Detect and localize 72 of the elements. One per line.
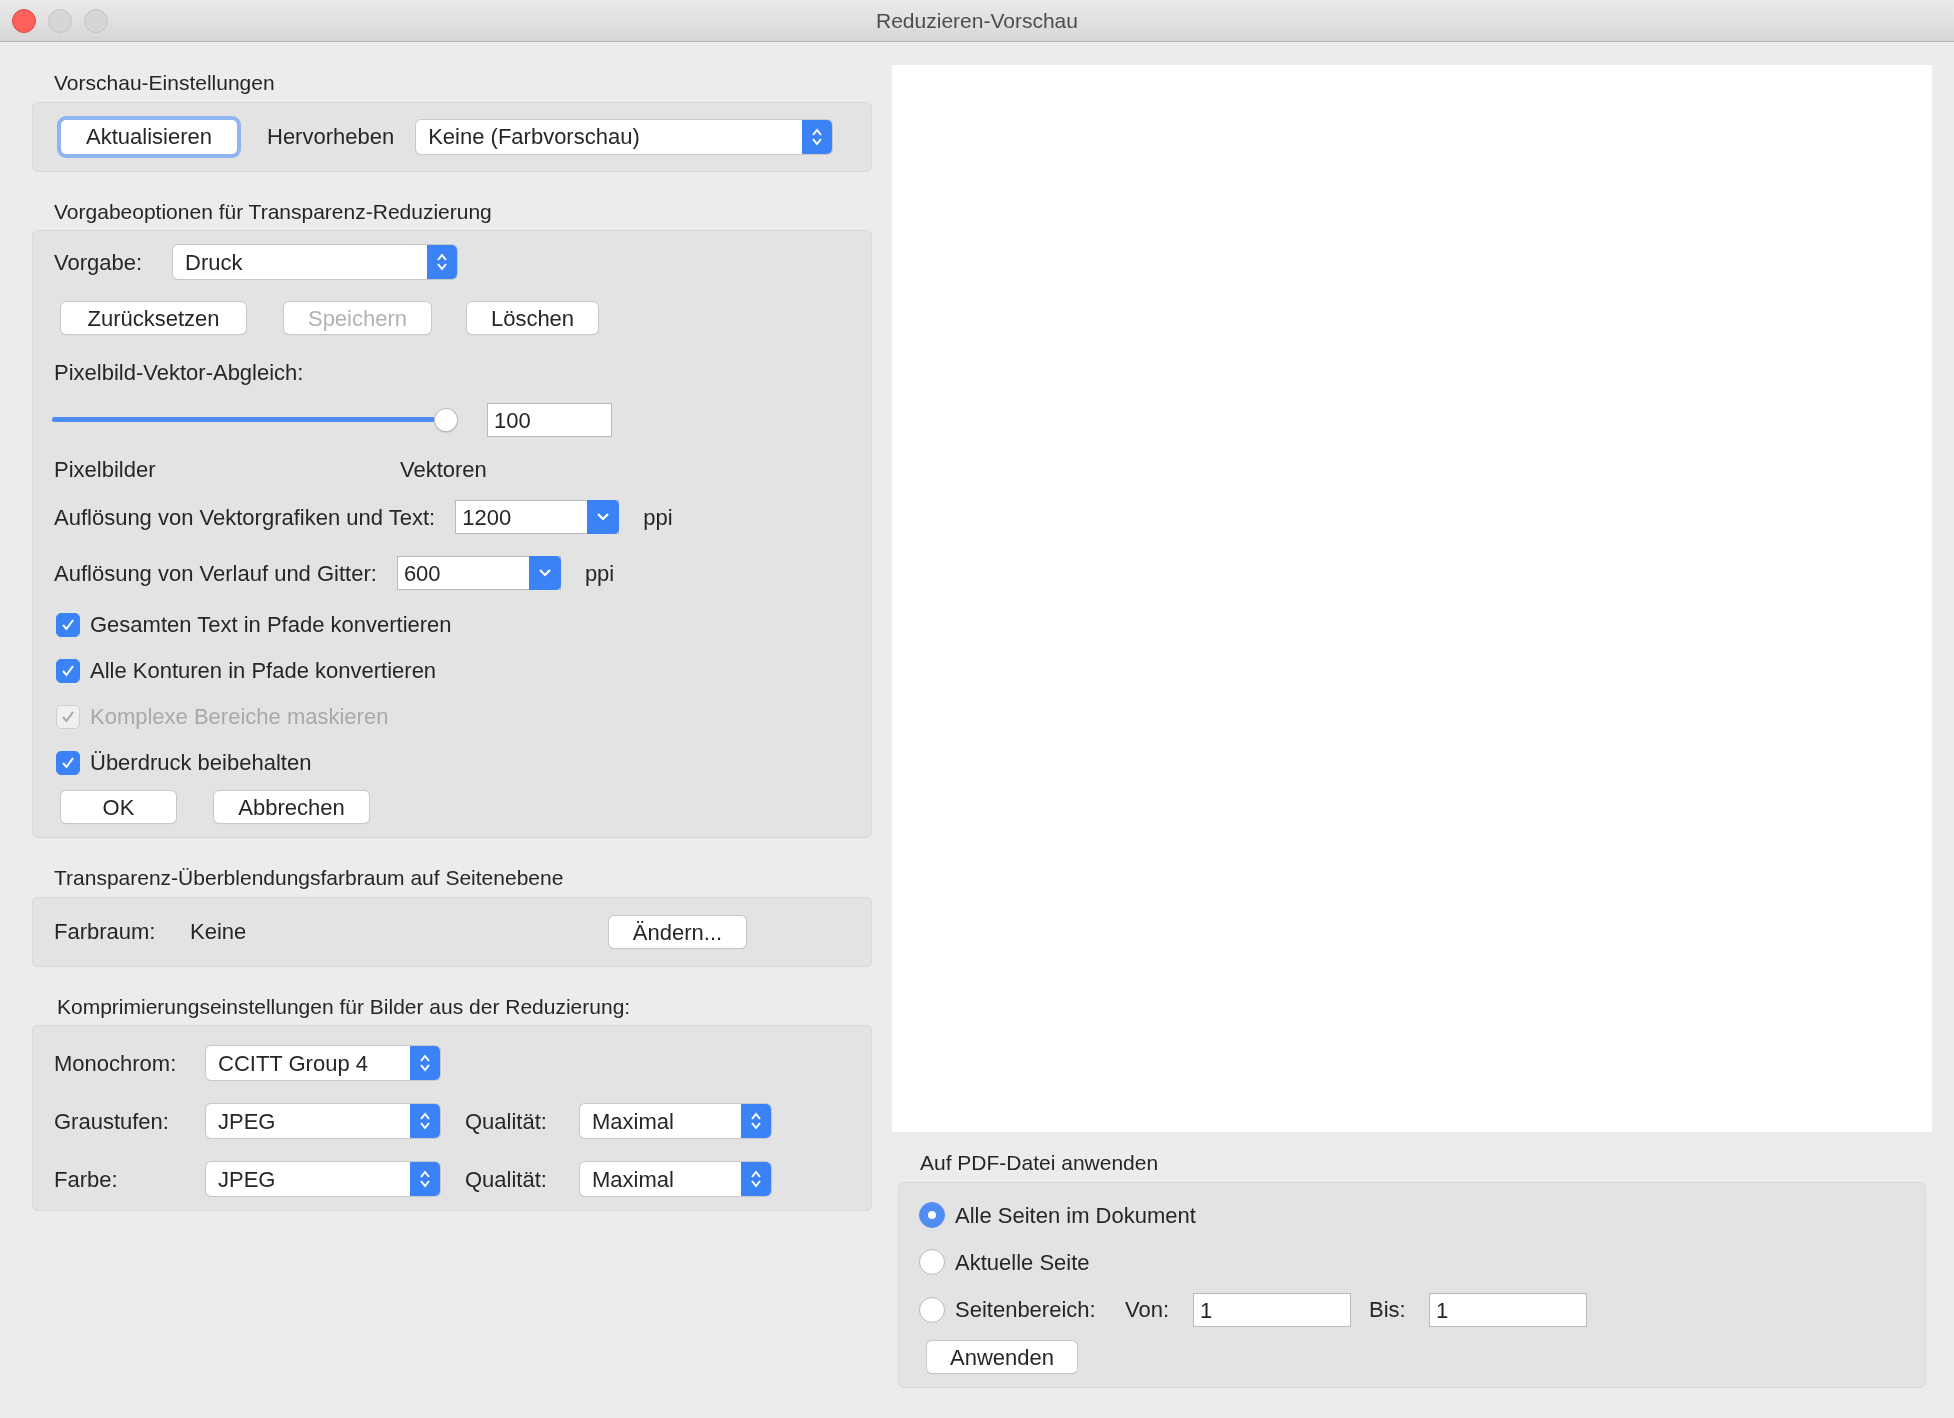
radio-label: Seitenbereich: bbox=[955, 1296, 1097, 1324]
label: Graustufen: bbox=[54, 1107, 170, 1136]
label: Farbraum: bbox=[54, 918, 157, 946]
window-title: Reduzieren-Vorschau bbox=[876, 7, 1078, 34]
label: ppi bbox=[584, 559, 615, 588]
checkbox-label: Gesamten Text in Pfade konvertieren bbox=[90, 611, 452, 639]
section-heading: Vorgabeoptionen für Transparenz-Reduzierung bbox=[53, 198, 493, 225]
button[interactable]: Löschen bbox=[467, 302, 598, 334]
button[interactable]: Abbrechen bbox=[214, 791, 369, 823]
checkbox[interactable] bbox=[56, 658, 80, 683]
checkbox-label: Alle Konturen in Pfade konvertieren bbox=[90, 657, 437, 685]
popup-menu[interactable]: Maximal bbox=[580, 1104, 771, 1138]
page-to-field[interactable]: 1 bbox=[1429, 1292, 1587, 1327]
popup-menu[interactable]: JPEG bbox=[206, 1162, 440, 1196]
popup-menu[interactable]: CCITT Group 4 bbox=[206, 1046, 440, 1080]
label: Hervorheben bbox=[267, 123, 395, 151]
stepper-arrows-icon bbox=[811, 126, 824, 147]
combo-box[interactable]: 600 bbox=[396, 556, 561, 590]
label: Qualität: bbox=[465, 1107, 548, 1136]
button[interactable]: Anwenden bbox=[927, 1340, 1077, 1373]
label: Bis: bbox=[1369, 1296, 1407, 1324]
page-from-field[interactable]: 1 bbox=[1193, 1292, 1351, 1327]
value-field[interactable]: 100 bbox=[487, 403, 612, 437]
stepper-arrows-icon bbox=[419, 1169, 431, 1189]
stepper-arrows-icon bbox=[419, 1111, 431, 1131]
label: Vektoren bbox=[400, 456, 487, 484]
label: ppi bbox=[643, 503, 673, 532]
checkbox[interactable] bbox=[56, 750, 80, 775]
checkmark-icon bbox=[60, 663, 76, 678]
section-heading: Auf PDF-Datei anwenden bbox=[919, 1150, 1160, 1176]
radio-label: Aktuelle Seite bbox=[955, 1248, 1090, 1277]
stepper-arrows-icon bbox=[419, 1053, 431, 1073]
label: Pixelbilder bbox=[54, 456, 157, 484]
label: Auflösung von Verlauf und Gitter: bbox=[54, 559, 377, 588]
minimize-window-button[interactable] bbox=[48, 8, 72, 33]
radio-button[interactable] bbox=[919, 1296, 945, 1323]
checkbox[interactable] bbox=[56, 612, 80, 637]
section-heading: Komprimierungseinstellungen für Bilder aus der Reduzierung: bbox=[56, 993, 632, 1020]
combo-box[interactable]: 1200 bbox=[455, 500, 620, 534]
slider-thumb[interactable] bbox=[435, 409, 457, 431]
checkbox-label: Komplexe Bereiche maskieren bbox=[90, 703, 389, 731]
close-window-button[interactable] bbox=[12, 8, 36, 33]
button[interactable]: Zurücksetzen bbox=[61, 302, 246, 334]
chevron-down-icon bbox=[596, 512, 611, 522]
popup-menu[interactable]: Maximal bbox=[580, 1162, 771, 1196]
stepper-arrows-icon bbox=[750, 1111, 762, 1131]
zoom-window-button[interactable] bbox=[84, 8, 108, 33]
radio-label: Alle Seiten im Dokument bbox=[955, 1201, 1196, 1230]
label: Von: bbox=[1125, 1296, 1171, 1324]
popup-menu[interactable]: Druck bbox=[173, 245, 457, 279]
popup-menu[interactable]: Keine (Farbvorschau) bbox=[416, 119, 833, 154]
section-heading: Vorschau-Einstellungen bbox=[53, 70, 276, 96]
radio-button[interactable] bbox=[919, 1249, 945, 1275]
button[interactable]: OK bbox=[61, 791, 176, 823]
stepper-arrows-icon bbox=[750, 1169, 762, 1189]
label: Keine bbox=[190, 918, 248, 946]
label: Auflösung von Vektorgrafiken und Text: bbox=[54, 503, 436, 532]
label: Farbe: bbox=[54, 1165, 119, 1194]
label: Pixelbild-Vektor-Abgleich: bbox=[54, 360, 304, 385]
label: Monochrom: bbox=[54, 1049, 178, 1078]
checkmark-icon bbox=[60, 617, 76, 632]
stepper-arrows-icon bbox=[436, 252, 448, 272]
chevron-down-icon bbox=[537, 568, 552, 578]
checkmark-icon bbox=[60, 755, 76, 770]
button[interactable]: Ändern... bbox=[609, 915, 746, 948]
section-heading: Transparenz-Überblendungsfarbraum auf Seitenebene bbox=[53, 865, 565, 891]
label: Vorgabe: bbox=[54, 248, 144, 277]
checkbox-label: Überdruck beibehalten bbox=[90, 749, 312, 777]
popup-menu[interactable]: JPEG bbox=[206, 1104, 440, 1138]
radio-button[interactable] bbox=[919, 1202, 945, 1228]
label: Qualität: bbox=[465, 1165, 548, 1194]
checkmark-icon bbox=[60, 709, 76, 724]
